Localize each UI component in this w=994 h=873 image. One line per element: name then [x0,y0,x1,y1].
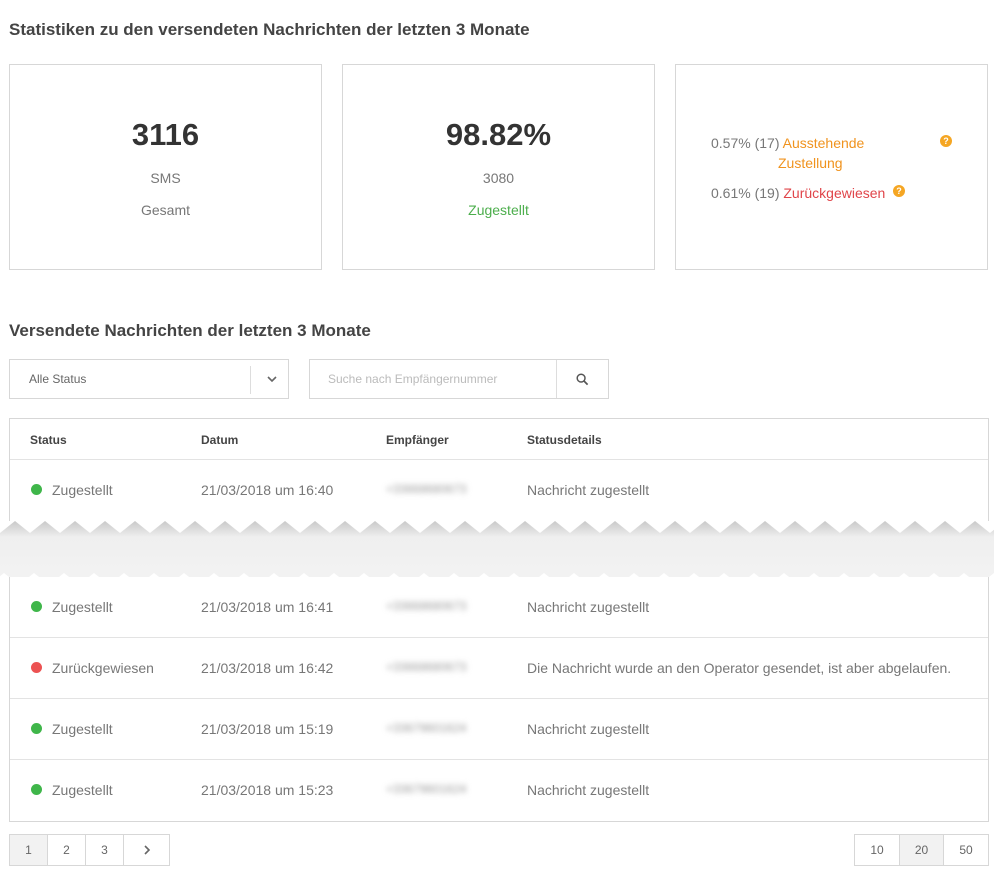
stats-title: Statistiken zu den versendeten Nachricht… [9,20,530,39]
messages-table-continued: Zugestellt 21/03/2018 um 16:41 +33668680… [9,577,989,822]
other-status-card: 0.57% (17) Ausstehende Zustellung ? 0.61… [675,64,988,270]
header-details: Statusdetails [527,433,602,447]
delivered-percent: 98.82% [445,117,552,152]
chevron-down-icon[interactable] [264,371,280,387]
header-recipient: Empfänger [386,433,449,447]
total-card: 3116 SMS Gesamt [9,64,322,270]
row-date: 21/03/2018 um 16:42 [201,660,334,676]
status-dot-delivered [31,484,42,495]
messages-table: Status Datum Empfänger Statusdetails Zug… [9,418,989,521]
status-filter-value: Alle Status [29,372,87,386]
pending-help-icon[interactable]: ? [940,135,952,147]
messages-title: Versendete Nachrichten der letzten 3 Mon… [9,321,371,340]
row-date: 21/03/2018 um 15:23 [201,782,334,798]
pagination: 1 2 3 [9,834,170,866]
status-dot-delivered [31,784,42,795]
table-row: Zugestellt 21/03/2018 um 15:19 +33679601… [10,699,988,760]
search-button[interactable] [556,360,608,398]
row-recipient: +33668680673 [386,599,467,613]
row-details: Nachricht zugestellt [527,721,650,737]
row-details: Die Nachricht wurde an den Operator gese… [527,660,952,676]
page-1-button[interactable]: 1 [10,835,48,865]
pending-stat-line: 0.57% (17) Ausstehende [711,133,911,153]
page-3-button[interactable]: 3 [86,835,124,865]
page-size-selector: 10 20 50 [854,834,989,866]
row-status: Zugestellt [52,782,113,798]
page-2-button[interactable]: 2 [48,835,86,865]
table-row: Zugestellt 21/03/2018 um 15:23 +33679601… [10,760,988,821]
pending-stat: 0.57% (17) [711,135,780,151]
table-header: Status Datum Empfänger Statusdetails [10,419,988,460]
total-value: 3116 [131,117,200,152]
status-dot-delivered [31,601,42,612]
page-size-50[interactable]: 50 [944,835,988,865]
status-dot-rejected [31,662,42,673]
delivered-count: 3080 [482,170,515,186]
row-date: 21/03/2018 um 16:40 [201,482,334,498]
delivered-label: Zugestellt [468,202,529,218]
header-status: Status [30,433,67,447]
select-divider [250,366,251,394]
row-date: 21/03/2018 um 15:19 [201,721,334,737]
row-recipient: +33668680673 [386,660,467,674]
row-recipient: +33679601624 [386,782,467,796]
recipient-search [309,359,609,399]
next-page-button[interactable] [124,835,169,865]
row-details: Nachricht zugestellt [527,599,650,615]
chevron-right-icon [143,845,150,855]
search-icon [576,372,589,385]
pending-label: Ausstehende [782,135,865,151]
status-dot-delivered [31,723,42,734]
rejected-help-icon[interactable]: ? [893,185,905,197]
total-label: Gesamt [140,202,190,218]
table-row: Zurückgewiesen 21/03/2018 um 16:42 +3366… [10,638,988,699]
row-details: Nachricht zugestellt [527,782,650,798]
rejected-label: Zurückgewiesen [783,185,886,201]
recipient-search-input[interactable] [310,360,556,398]
row-status: Zugestellt [52,482,113,498]
row-status: Zugestellt [52,599,113,615]
rejected-stat: 0.61% (19) [711,185,780,201]
page-size-10[interactable]: 10 [855,835,900,865]
status-filter-select[interactable]: Alle Status [9,359,289,399]
torn-paper-break [0,521,994,585]
page-size-20[interactable]: 20 [900,835,944,865]
row-recipient: +33679601624 [386,721,467,735]
table-row: Zugestellt 21/03/2018 um 16:41 +33668680… [10,577,988,638]
table-row: Zugestellt 21/03/2018 um 16:40 +33668680… [10,460,988,521]
pending-label-line2: Zustellung [778,155,843,171]
total-unit: SMS [150,170,181,186]
row-details: Nachricht zugestellt [527,482,650,498]
row-status: Zugestellt [52,721,113,737]
delivered-card: 98.82% 3080 Zugestellt [342,64,655,270]
row-status: Zurückgewiesen [52,660,154,676]
row-recipient: +33668680673 [386,482,467,496]
header-date: Datum [201,433,239,447]
row-date: 21/03/2018 um 16:41 [201,599,334,615]
rejected-stat-line: 0.61% (19) Zurückgewiesen [711,183,885,203]
